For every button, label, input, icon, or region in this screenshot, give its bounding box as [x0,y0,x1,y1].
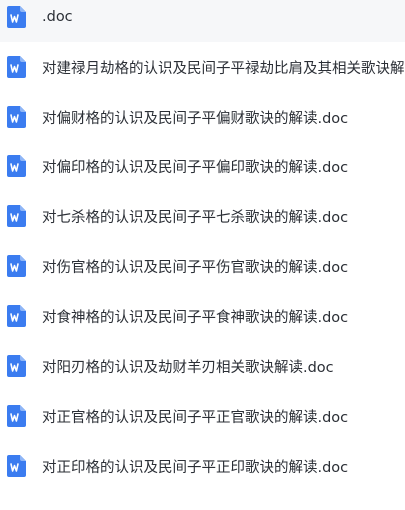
file-row[interactable]: 对伤官格的认识及民间子平伤官歌诀的解读.doc [0,241,405,291]
file-row[interactable]: 对阳刃格的认识及劫财羊刃相关歌诀解读.doc [0,341,405,391]
word-doc-icon [7,355,26,377]
word-doc-icon [7,6,26,28]
word-doc-icon [7,455,26,477]
file-name: 对正官格的认识及民间子平正官歌诀的解读.doc [42,409,349,426]
word-doc-icon [7,56,26,78]
word-doc-icon [7,205,26,227]
file-name: 对偏印格的认识及民间子平偏印歌诀的解读.doc [42,159,349,176]
word-doc-icon [7,255,26,277]
file-name: 对食神格的认识及民间子平食神歌诀的解读.doc [42,309,349,326]
file-row[interactable]: .doc [0,0,405,42]
file-name: 对正印格的认识及民间子平正印歌诀的解读.doc [42,459,349,476]
word-doc-icon [7,305,26,327]
file-row[interactable]: 对偏印格的认识及民间子平偏印歌诀的解读.doc [0,141,405,191]
word-doc-icon [7,106,26,128]
file-row[interactable]: 对建禄月劫格的认识及民间子平禄劫比肩及其相关歌诀解 [0,42,405,92]
file-row[interactable]: 对正官格的认识及民间子平正官歌诀的解读.doc [0,391,405,441]
file-row[interactable]: 对正印格的认识及民间子平正印歌诀的解读.doc [0,441,405,491]
file-list: .doc 对建禄月劫格的认识及民间子平禄劫比肩及其相关歌诀解 对偏财格的认识及民… [0,0,405,510]
file-name: 对七杀格的认识及民间子平七杀歌诀的解读.doc [42,209,349,226]
file-row[interactable]: 对偏财格的认识及民间子平偏财歌诀的解读.doc [0,92,405,142]
file-name: 对阳刃格的认识及劫财羊刃相关歌诀解读.doc [42,359,334,376]
file-name: 对建禄月劫格的认识及民间子平禄劫比肩及其相关歌诀解 [42,60,405,77]
file-name: .doc [42,9,73,25]
word-doc-icon [7,155,26,177]
file-row[interactable]: 对七杀格的认识及民间子平七杀歌诀的解读.doc [0,191,405,241]
file-name: 对偏财格的认识及民间子平偏财歌诀的解读.doc [42,110,349,127]
file-name: 对伤官格的认识及民间子平伤官歌诀的解读.doc [42,259,349,276]
file-row[interactable]: 对食神格的认识及民间子平食神歌诀的解读.doc [0,291,405,341]
word-doc-icon [7,405,26,427]
